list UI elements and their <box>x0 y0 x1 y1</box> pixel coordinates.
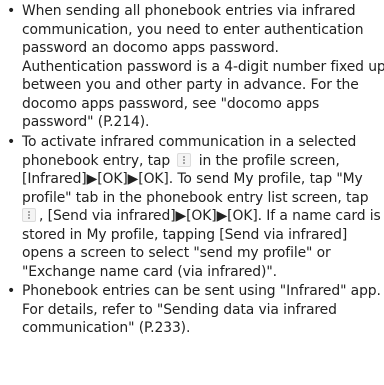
text-line: between you and other party in advance. … <box>22 77 359 93</box>
text-line: stored in My profile, tapping [Send via … <box>22 226 348 243</box>
text-line: "Exchange name card (via infrared)". <box>22 263 277 280</box>
bullet-marker: • <box>7 3 16 19</box>
text-line: To activate infrared communication in a … <box>22 134 357 150</box>
text-line: password" (P.214). <box>22 114 150 130</box>
text-segment: in the profile screen, <box>194 152 340 169</box>
text-line: Authentication password is a 4-digit num… <box>22 58 384 75</box>
text-line: [Infrared]▶[OK]▶[OK]. To send My profile… <box>22 171 363 187</box>
text-line: profile" tab in the phonebook entry list… <box>22 189 369 206</box>
text-line: communication" (P.233). <box>22 320 191 336</box>
text-line: phonebook entry, tap in the profile scre… <box>22 152 340 171</box>
text-line: docomo apps password, see "docomo apps <box>22 95 320 112</box>
bullet-marker: • <box>7 134 16 150</box>
more-vert-icon <box>177 152 192 167</box>
text-line: password an docomo apps password. <box>22 40 279 56</box>
text-line: Phonebook entries can be sent using "Inf… <box>22 283 381 299</box>
text-line: When sending all phonebook entries via i… <box>22 3 356 19</box>
text-line: , [Send via infrared]▶[OK]▶[OK]. If a na… <box>22 207 381 226</box>
text-line: opens a screen to select "send my profil… <box>22 245 331 261</box>
document-page: • When sending all phonebook entries via… <box>0 0 384 385</box>
bullet-marker: • <box>7 283 16 299</box>
text-segment: phonebook entry, tap <box>22 152 175 169</box>
text-segment: , [Send via infrared]▶[OK]▶[OK]. If a na… <box>39 208 381 224</box>
more-vert-icon <box>22 208 36 222</box>
text-line: communication, you need to enter authent… <box>22 21 364 38</box>
text-line: For details, refer to "Sending data via … <box>22 301 337 318</box>
